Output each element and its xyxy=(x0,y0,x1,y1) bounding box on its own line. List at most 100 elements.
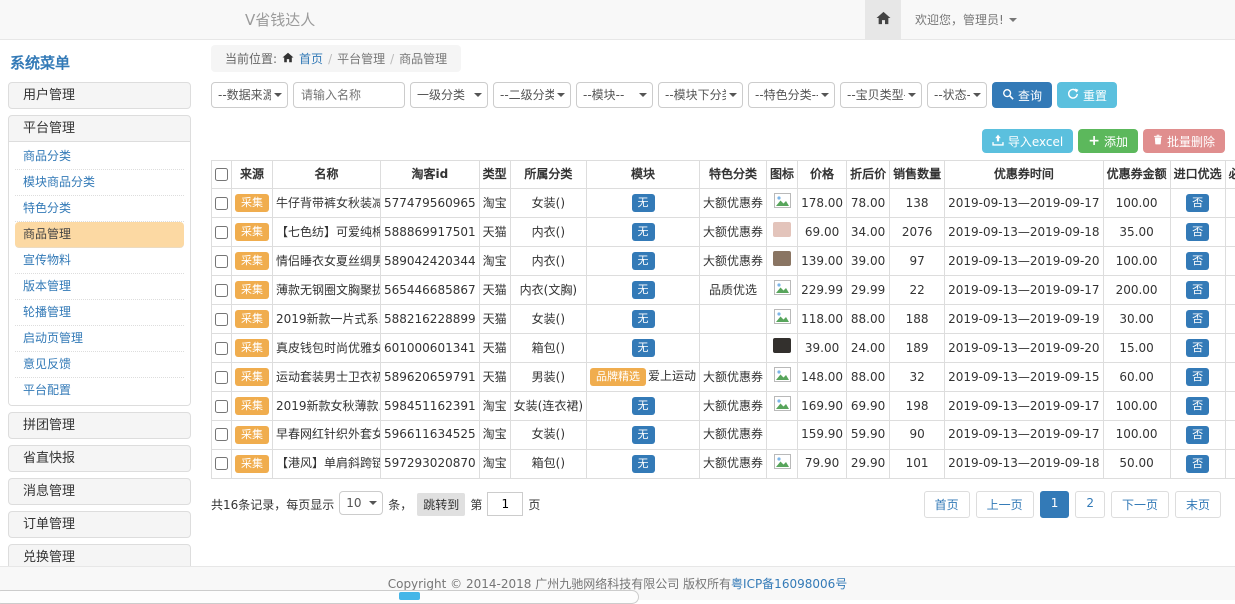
breadcrumb-home-link[interactable]: 首页 xyxy=(299,50,323,67)
column-header: 来源 xyxy=(232,161,273,189)
sidebar-item[interactable]: 宣传物料 xyxy=(15,248,184,274)
batch-delete-button[interactable]: 批量删除 xyxy=(1143,129,1225,153)
sidebar-item[interactable]: 平台配置 xyxy=(15,378,184,403)
sidebar-group-header-0[interactable]: 用户管理 xyxy=(9,83,190,108)
sidebar-item[interactable]: 版本管理 xyxy=(15,274,184,300)
column-header: 进口优选 xyxy=(1170,161,1225,189)
product-name: 2019新款女秋薄款... xyxy=(273,392,381,421)
import-pick-toggle[interactable]: 否 xyxy=(1186,281,1209,299)
product-name: 牛仔背带裤女秋装减龄... xyxy=(273,189,381,218)
row-checkbox[interactable] xyxy=(215,284,228,297)
row-checkbox[interactable] xyxy=(215,313,228,326)
row-checkbox[interactable] xyxy=(215,342,228,355)
import-pick-toggle[interactable]: 否 xyxy=(1186,194,1209,212)
refresh-icon xyxy=(1067,88,1079,103)
column-header: 销售数量 xyxy=(890,161,945,189)
source-badge: 采集 xyxy=(235,252,269,270)
column-header: 价格 xyxy=(798,161,847,189)
sales-count: 2076 xyxy=(890,218,945,247)
sidebar-item[interactable]: 意见反馈 xyxy=(15,352,184,378)
sidebar-item[interactable]: 启动页管理 xyxy=(15,326,184,352)
filter-select-7[interactable]: --宝贝类型-- xyxy=(840,82,922,108)
table-row: 采集2019新款女秋薄款...598451162391淘宝女装(连衣裙)无大额优… xyxy=(212,392,1235,421)
import-excel-button[interactable]: 导入excel xyxy=(982,129,1073,153)
sidebar-group: 用户管理 xyxy=(8,82,191,109)
row-checkbox[interactable] xyxy=(215,371,228,384)
sidebar-group-header-2[interactable]: 拼团管理 xyxy=(9,413,190,438)
feature-category xyxy=(700,305,767,334)
row-checkbox[interactable] xyxy=(215,226,228,239)
coupon-amount: 100.00 xyxy=(1103,247,1170,276)
import-pick-toggle[interactable]: 否 xyxy=(1186,455,1209,473)
import-pick-toggle[interactable]: 否 xyxy=(1186,252,1209,270)
breadcrumb-item: 平台管理 xyxy=(337,50,385,67)
first-page-button[interactable]: 首页 xyxy=(924,491,970,518)
add-button[interactable]: + 添加 xyxy=(1078,129,1138,153)
icp-link[interactable]: 粤ICP备16098006号 xyxy=(731,575,847,592)
sidebar-group-header-3[interactable]: 省直快报 xyxy=(9,446,190,471)
product-thumbnail xyxy=(773,338,791,353)
import-pick-toggle[interactable]: 否 xyxy=(1186,223,1209,241)
filter-select-0[interactable]: --数据来源-- xyxy=(211,82,288,108)
feature-category: 大额优惠券 xyxy=(700,363,767,392)
import-pick-toggle[interactable]: 否 xyxy=(1186,310,1209,328)
per-page-select[interactable]: 10 xyxy=(339,491,383,515)
add-button-label: 添加 xyxy=(1104,133,1128,150)
filter-select-5[interactable]: --模块下分类-- xyxy=(658,82,743,108)
row-checkbox[interactable] xyxy=(215,457,228,470)
sidebar-item[interactable]: 商品管理 xyxy=(15,222,184,248)
home-button[interactable] xyxy=(865,0,901,39)
source-badge: 采集 xyxy=(235,339,269,357)
product-thumbnail xyxy=(773,251,791,266)
last-page-button[interactable]: 末页 xyxy=(1175,491,1221,518)
prev-page-button[interactable]: 上一页 xyxy=(976,491,1034,518)
filter-select-6[interactable]: --特色分类-- xyxy=(748,82,835,108)
pagination-bar: 共16条记录，每页显示 10 条， 跳转到 第 页 首页上一页12下一页末页 xyxy=(211,491,1225,518)
row-checkbox[interactable] xyxy=(215,400,228,413)
coupon-time: 2019-09-13—2019-09-20 xyxy=(945,334,1103,363)
product-name: 【七色纺】可爱纯棉家... xyxy=(273,218,381,247)
sidebar-group-header-1[interactable]: 平台管理 xyxy=(9,116,190,141)
page-number-input[interactable] xyxy=(487,492,523,516)
filter-select-4[interactable]: --模块-- xyxy=(576,82,653,108)
import-pick-toggle[interactable]: 否 xyxy=(1186,426,1209,444)
reset-button[interactable]: 重置 xyxy=(1057,82,1117,108)
product-category: 女装(连衣裙) xyxy=(510,392,586,421)
row-checkbox[interactable] xyxy=(215,255,228,268)
row-checkbox[interactable] xyxy=(215,428,228,441)
coupon-amount: 60.00 xyxy=(1103,363,1170,392)
filter-select-2[interactable]: 一级分类 xyxy=(410,82,488,108)
import-pick-toggle[interactable]: 否 xyxy=(1186,397,1209,415)
name-filter-input[interactable] xyxy=(293,82,405,108)
discount-price: 88.00 xyxy=(847,363,890,392)
column-header: 必买清单 xyxy=(1225,161,1235,189)
user-menu[interactable]: 欢迎您，管理员! xyxy=(901,0,1031,39)
price: 148.00 xyxy=(798,363,847,392)
query-button[interactable]: 查询 xyxy=(992,82,1052,108)
next-page-button[interactable]: 下一页 xyxy=(1111,491,1169,518)
jump-button[interactable]: 跳转到 xyxy=(417,493,465,516)
column-header: 模块 xyxy=(587,161,700,189)
partial-bottom-widget xyxy=(0,590,639,604)
filter-select-8[interactable]: --状态-- xyxy=(927,82,987,108)
sidebar-item[interactable]: 商品分类 xyxy=(15,144,184,170)
page-button[interactable]: 1 xyxy=(1040,491,1070,518)
page-button[interactable]: 2 xyxy=(1075,491,1105,518)
table-row: 采集牛仔背带裤女秋装减龄...577479560965淘宝女装()无大额优惠券1… xyxy=(212,189,1235,218)
sidebar-item[interactable]: 轮播管理 xyxy=(15,300,184,326)
sidebar-item[interactable]: 特色分类 xyxy=(15,196,184,222)
select-all-checkbox[interactable] xyxy=(215,168,228,181)
import-pick-toggle[interactable]: 否 xyxy=(1186,368,1209,386)
discount-price: 39.00 xyxy=(847,247,890,276)
row-checkbox[interactable] xyxy=(215,197,228,210)
product-category: 女装() xyxy=(510,305,586,334)
coupon-amount: 100.00 xyxy=(1103,189,1170,218)
import-excel-label: 导入excel xyxy=(1008,133,1063,150)
sidebar-group-header-5[interactable]: 订单管理 xyxy=(9,512,190,537)
coupon-time: 2019-09-13—2019-09-15 xyxy=(945,363,1103,392)
sidebar-group-header-4[interactable]: 消息管理 xyxy=(9,479,190,504)
sidebar: 系统菜单 用户管理平台管理商品分类模块商品分类特色分类商品管理宣传物料版本管理轮… xyxy=(8,52,191,600)
filter-select-3[interactable]: --二级分类-- xyxy=(493,82,571,108)
sidebar-item[interactable]: 模块商品分类 xyxy=(15,170,184,196)
import-pick-toggle[interactable]: 否 xyxy=(1186,339,1209,357)
